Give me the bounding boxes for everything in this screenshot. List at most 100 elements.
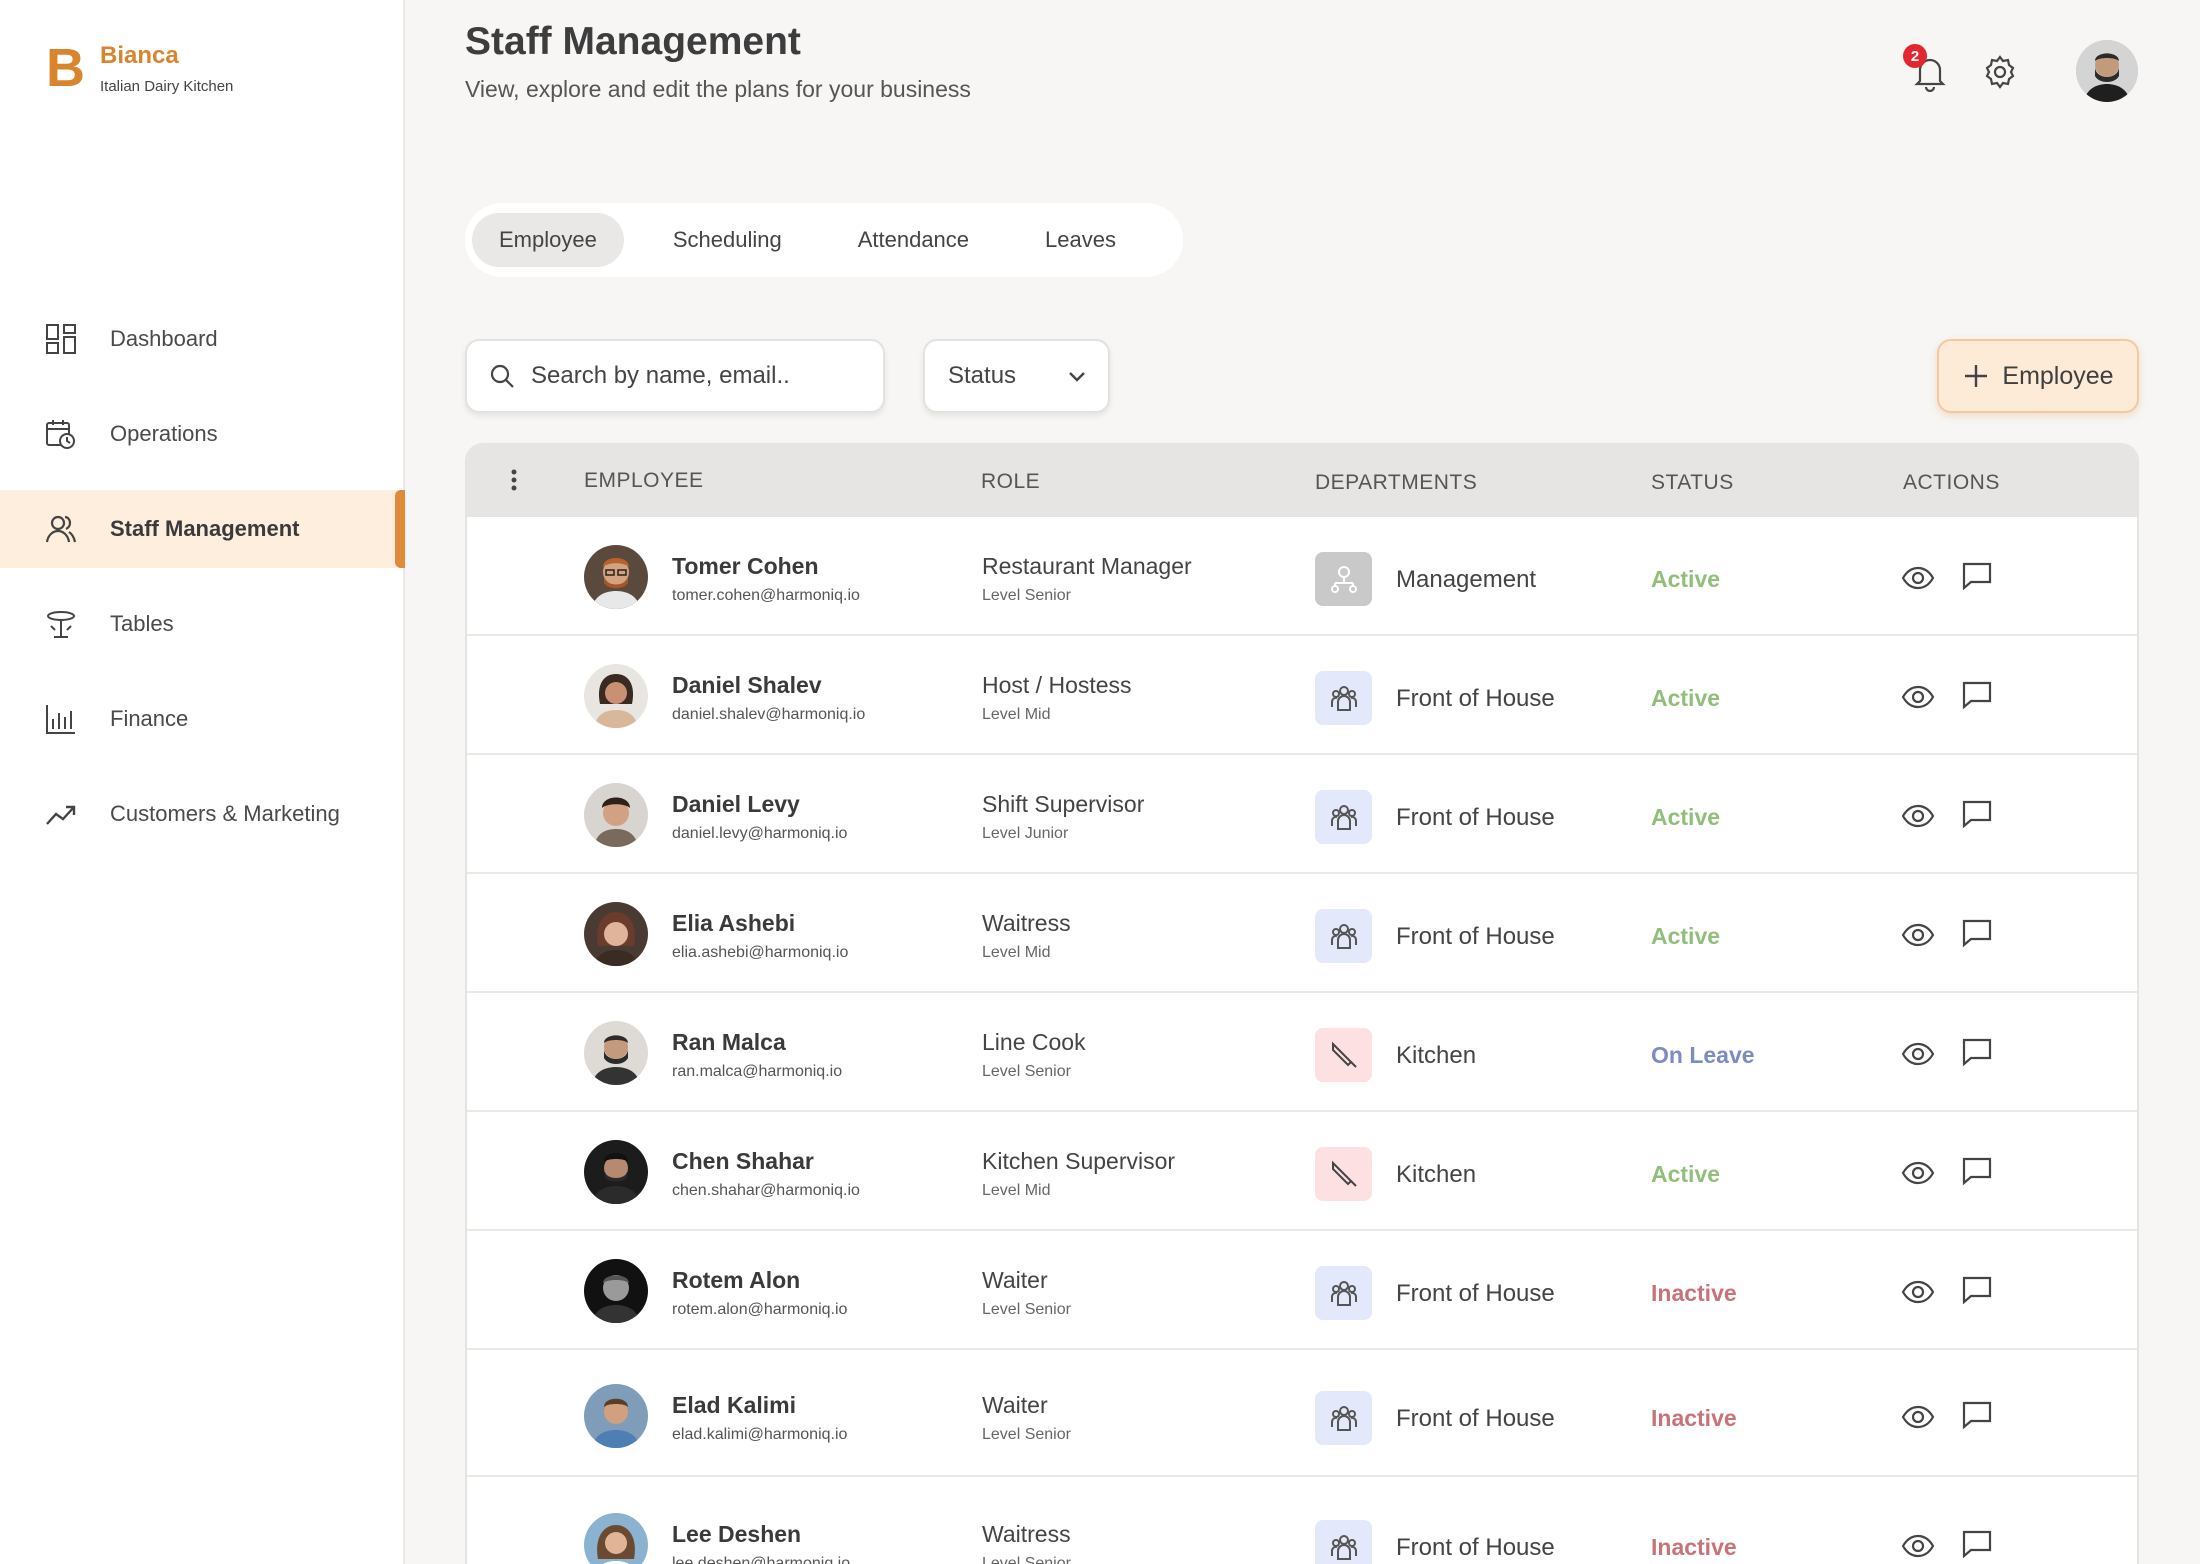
front-of-house-icon: [1315, 790, 1372, 844]
employee-name: Rotem Alon: [672, 1267, 801, 1293]
message-icon[interactable]: [1961, 560, 1993, 592]
column-header-status[interactable]: STATUS: [1651, 471, 1734, 495]
sidebar-item-label: Staff Management: [110, 516, 300, 541]
employee-role: Waitress: [982, 1521, 1071, 1547]
user-avatar[interactable]: [2076, 40, 2138, 102]
employee-level: Level Mid: [982, 706, 1051, 723]
column-header-employee[interactable]: EMPLOYEE: [584, 469, 704, 493]
message-icon[interactable]: [1961, 917, 1993, 949]
search-input[interactable]: [529, 361, 859, 391]
employee-role: Waiter: [982, 1392, 1048, 1418]
front-of-house-icon: [1315, 1266, 1372, 1320]
message-icon[interactable]: [1961, 1528, 1993, 1560]
employee-level: Level Senior: [982, 587, 1071, 604]
employee-avatar: [584, 1021, 648, 1085]
table-row[interactable]: Elad Kalimi elad.kalimi@harmoniq.io Wait…: [467, 1350, 2137, 1477]
calendar-clock-icon: [44, 417, 78, 451]
table-header: EMPLOYEE ROLE DEPARTMENTS STATUS ACTIONS: [467, 445, 2137, 517]
sidebar-item-customers-marketing[interactable]: Customers & Marketing: [0, 775, 405, 853]
column-header-role[interactable]: ROLE: [981, 470, 1040, 494]
employee-email: daniel.levy@harmoniq.io: [672, 825, 848, 842]
employee-role: Shift Supervisor: [982, 791, 1145, 817]
tab-scheduling[interactable]: Scheduling: [646, 213, 809, 267]
status-dropdown-label: Status: [948, 362, 1017, 389]
message-icon[interactable]: [1961, 1274, 1993, 1306]
employee-role: Waiter: [982, 1267, 1048, 1293]
employee-role: Host / Hostess: [982, 672, 1132, 698]
message-icon[interactable]: [1961, 679, 1993, 711]
column-header-departments[interactable]: DEPARTMENTS: [1315, 471, 1477, 495]
employee-name: Tomer Cohen: [672, 553, 819, 579]
eye-icon[interactable]: [1901, 561, 1935, 595]
sidebar-item-tables[interactable]: Tables: [0, 585, 405, 663]
sidebar-item-label: Customers & Marketing: [110, 801, 340, 826]
table-row[interactable]: Daniel Levy daniel.levy@harmoniq.io Shif…: [467, 755, 2137, 874]
status-badge: Inactive: [1651, 1534, 1737, 1560]
column-header-actions: ACTIONS: [1903, 471, 2000, 494]
sidebar-item-operations[interactable]: Operations: [0, 395, 405, 473]
eye-icon[interactable]: [1901, 1156, 1935, 1190]
employee-level: Level Senior: [982, 1426, 1071, 1443]
status-badge: Active: [1651, 1161, 1721, 1187]
message-icon[interactable]: [1961, 1155, 1993, 1187]
table-row[interactable]: Rotem Alon rotem.alon@harmoniq.io Waiter…: [467, 1231, 2137, 1350]
employee-role: Restaurant Manager: [982, 553, 1192, 579]
message-icon[interactable]: [1961, 1036, 1993, 1068]
users-icon: [44, 512, 78, 546]
sidebar-item-dashboard[interactable]: Dashboard: [0, 300, 405, 378]
search-box[interactable]: [465, 339, 885, 413]
employee-department: Management: [1396, 566, 1537, 593]
gear-icon[interactable]: [1982, 54, 2018, 90]
eye-icon[interactable]: [1901, 680, 1935, 714]
dashboard-grid-icon: [44, 322, 78, 356]
employee-email: rotem.alon@harmoniq.io: [672, 1301, 848, 1318]
sidebar-item-label: Operations: [110, 421, 218, 446]
eye-icon[interactable]: [1901, 918, 1935, 952]
brand-subtitle: Italian Dairy Kitchen: [100, 78, 234, 95]
message-icon[interactable]: [1961, 798, 1993, 830]
employee-department: Front of House: [1396, 1405, 1555, 1432]
management-icon: [1315, 552, 1372, 606]
eye-icon[interactable]: [1901, 799, 1935, 833]
sidebar-item-staff-management[interactable]: Staff Management: [0, 490, 405, 568]
eye-icon[interactable]: [1901, 1529, 1935, 1563]
eye-icon[interactable]: [1901, 1037, 1935, 1071]
eye-icon[interactable]: [1901, 1275, 1935, 1309]
tab-bar: Employee Scheduling Attendance Leaves: [465, 203, 1183, 277]
employee-name: Daniel Shalev: [672, 672, 822, 698]
front-of-house-icon: [1315, 671, 1372, 725]
table-row[interactable]: Ran Malca ran.malca@harmoniq.io Line Coo…: [467, 993, 2137, 1112]
employee-email: chen.shahar@harmoniq.io: [672, 1182, 860, 1199]
employee-name: Ran Malca: [672, 1029, 786, 1055]
eye-icon[interactable]: [1901, 1400, 1935, 1434]
employee-avatar: [584, 1140, 648, 1204]
message-icon[interactable]: [1961, 1399, 1993, 1431]
brand[interactable]: B Bianca Italian Dairy Kitchen: [44, 38, 233, 95]
add-employee-button[interactable]: Employee: [1937, 339, 2139, 413]
table-row[interactable]: Tomer Cohen tomer.cohen@harmoniq.io Rest…: [467, 517, 2137, 636]
add-employee-label: Employee: [2002, 361, 2114, 390]
column-menu-icon[interactable]: [509, 468, 519, 492]
sidebar-item-label: Tables: [110, 611, 174, 636]
employee-level: Level Senior: [982, 1301, 1071, 1318]
notification-badge: 2: [1903, 44, 1927, 68]
sidebar-item-finance[interactable]: Finance: [0, 680, 405, 758]
table-row[interactable]: Lee Deshen lee.deshen@harmoniq.io Waitre…: [467, 1477, 2137, 1564]
table-row[interactable]: Daniel Shalev daniel.shalev@harmoniq.io …: [467, 636, 2137, 755]
table-icon: [44, 607, 78, 641]
tab-attendance[interactable]: Attendance: [831, 213, 996, 267]
tab-leaves[interactable]: Leaves: [1018, 213, 1143, 267]
table-row[interactable]: Chen Shahar chen.shahar@harmoniq.io Kitc…: [467, 1112, 2137, 1231]
employee-department: Front of House: [1396, 923, 1555, 950]
employee-email: daniel.shalev@harmoniq.io: [672, 706, 866, 723]
bar-chart-icon: [44, 702, 78, 736]
employee-avatar: [584, 1384, 648, 1448]
table-row[interactable]: Elia Ashebi elia.ashebi@harmoniq.io Wait…: [467, 874, 2137, 993]
employee-department: Front of House: [1396, 804, 1555, 831]
plus-icon: [1965, 365, 1988, 387]
status-dropdown[interactable]: Status: [923, 339, 1110, 413]
front-of-house-icon: [1315, 909, 1372, 963]
front-of-house-icon: [1315, 1520, 1372, 1564]
svg-text:B: B: [46, 38, 85, 94]
tab-employee[interactable]: Employee: [472, 213, 624, 267]
